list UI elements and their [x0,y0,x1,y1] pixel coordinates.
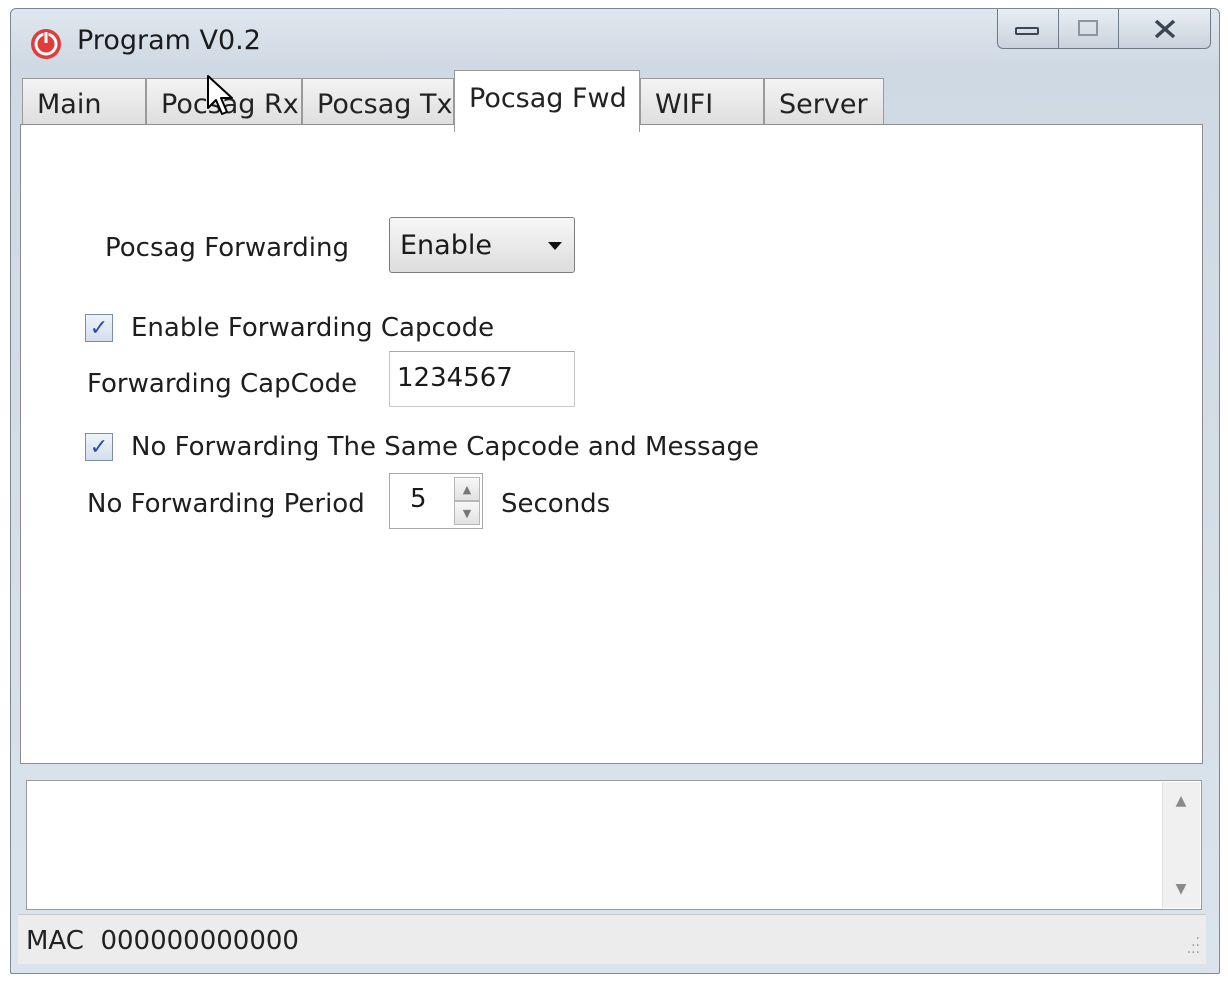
power-icon [31,29,61,59]
arrow-down-icon: ▼ [462,506,472,520]
stepper-down-button[interactable]: ▼ [454,501,480,525]
no-same-forwarding-checkbox[interactable]: ✓ [85,433,113,461]
forwarding-label: Pocsag Forwarding [105,233,349,263]
period-unit-label: Seconds [501,489,611,519]
maximize-button[interactable] [1059,9,1119,49]
tab-label: WIFI [655,89,714,120]
close-icon [1154,19,1175,38]
tab-label: Pocsag Tx [317,89,453,120]
window-title: Program V0.2 [77,25,261,56]
mouse-cursor-icon [207,75,233,115]
tab-main[interactable]: Main [22,78,146,130]
stepper-up-button[interactable]: ▲ [454,477,480,501]
tab-server[interactable]: Server [764,78,884,130]
tab-pocsag-tx[interactable]: Pocsag Tx [302,78,454,130]
mac-value: 000000000000 [100,926,299,956]
period-stepper[interactable]: 5 ▲ ▼ [389,473,483,529]
arrow-up-icon: ▲ [462,482,472,496]
tab-label: Server [779,89,868,120]
log-output[interactable]: ▲ ▼ [26,780,1202,910]
tab-label: Main [37,89,102,120]
period-label: No Forwarding Period [87,489,365,519]
checkmark-icon: ✓ [89,315,109,341]
window-controls [997,9,1211,49]
pocsag-fwd-panel: Pocsag Forwarding Enable ✓ Enable Forwar… [20,124,1203,764]
forwarding-select-value: Enable [400,230,492,261]
mac-label: MAC [26,926,84,956]
close-button[interactable] [1119,9,1211,49]
forwarding-select[interactable]: Enable [389,217,575,273]
capcode-input[interactable]: 1234567 [389,351,575,407]
no-same-forwarding-label: No Forwarding The Same Capcode and Messa… [131,432,759,462]
resize-grip-icon[interactable]: · ·· ··· [1178,932,1200,960]
checkmark-icon: ✓ [89,434,109,460]
scroll-up-icon[interactable]: ▲ [1163,786,1199,816]
enable-capcode-checkbox[interactable]: ✓ [85,314,113,342]
minimize-icon [1015,26,1039,35]
title-bar[interactable]: Program V0.2 [11,9,1219,75]
period-value: 5 [410,484,427,514]
tab-wifi[interactable]: WIFI [640,78,764,130]
maximize-icon [1077,19,1098,36]
log-scrollbar[interactable]: ▲ ▼ [1162,782,1200,908]
status-bar: MAC 000000000000 · ·· ··· [18,914,1206,964]
minimize-button[interactable] [997,9,1059,49]
chevron-down-icon [548,242,562,250]
scroll-down-icon[interactable]: ▼ [1163,874,1199,904]
capcode-label: Forwarding CapCode [87,369,358,399]
tab-pocsag-fwd[interactable]: Pocsag Fwd [454,70,640,132]
enable-capcode-label: Enable Forwarding Capcode [131,313,495,343]
tab-label: Pocsag Fwd [469,83,627,114]
